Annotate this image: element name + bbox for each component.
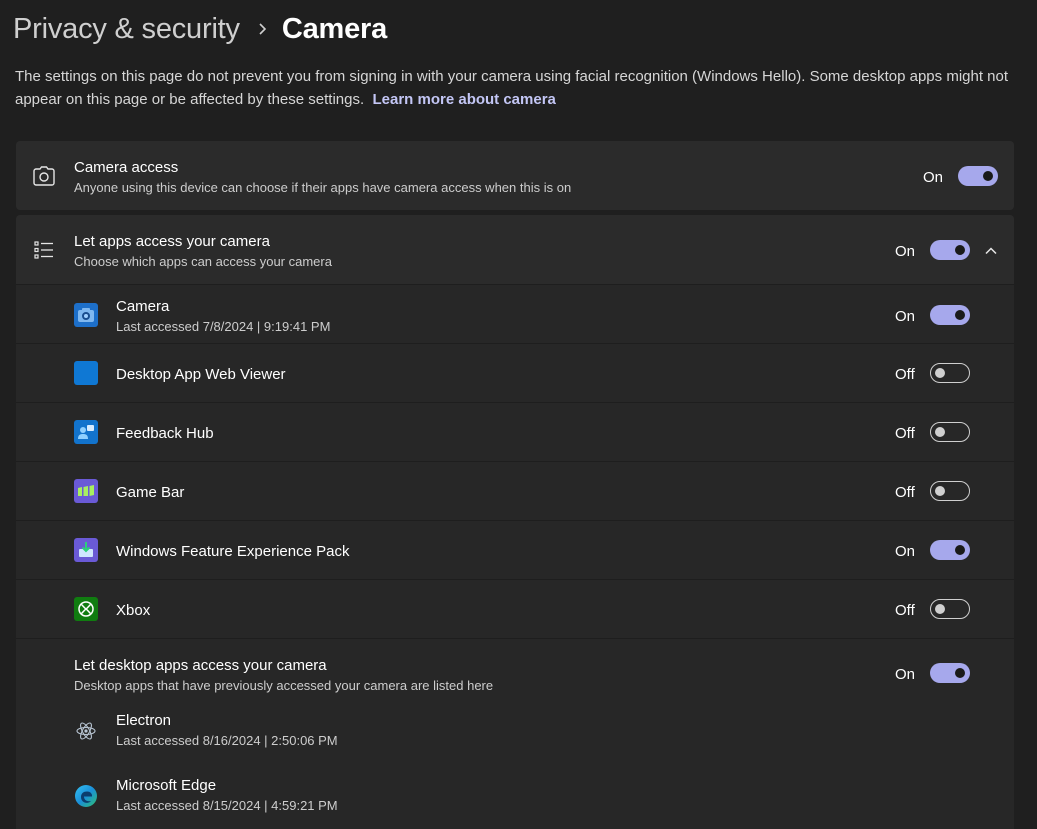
app-last-accessed: Last accessed 7/8/2024 | 9:19:41 PM xyxy=(116,319,331,334)
desktop-apps-subtitle: Desktop apps that have previously access… xyxy=(74,678,494,693)
app-toggle-game-bar[interactable] xyxy=(930,481,970,501)
desktop-app-name: Microsoft Edge xyxy=(116,777,217,794)
app-name: Desktop App Web Viewer xyxy=(116,366,286,383)
app-name: Game Bar xyxy=(116,484,185,501)
breadcrumb-parent[interactable]: Privacy & security xyxy=(13,13,240,46)
app-state: Off xyxy=(895,484,915,501)
page-title: Camera xyxy=(281,12,388,45)
feature-pack-icon xyxy=(74,538,98,562)
game-bar-icon xyxy=(74,479,98,503)
web-viewer-icon xyxy=(74,361,98,385)
apps-access-toggle[interactable] xyxy=(930,240,970,260)
app-state: Off xyxy=(895,425,915,442)
app-toggle-windows-feature-experience-pack[interactable] xyxy=(930,540,970,560)
camera-access-toggle[interactable] xyxy=(958,166,998,186)
page-description: The settings on this page do not prevent… xyxy=(15,66,1015,111)
app-state: Off xyxy=(895,602,915,619)
app-name: Camera xyxy=(116,298,170,315)
camera-access-title: Camera access xyxy=(74,159,179,176)
app-name: Feedback Hub xyxy=(116,425,214,442)
desktop-app-last-accessed: Last accessed 8/15/2024 | 4:59:21 PM xyxy=(116,798,338,813)
learn-more-link[interactable]: Learn more about camera xyxy=(372,91,555,108)
app-row-windows-feature-experience-pack: Windows Feature Experience Pack On xyxy=(16,521,1014,580)
camera-app-icon xyxy=(74,303,98,327)
apps-access-subtitle: Choose which apps can access your camera xyxy=(74,254,332,269)
desktop-apps-section: Let desktop apps access your camera Desk… xyxy=(16,639,1014,829)
apps-access-header[interactable]: Let apps access your camera Choose which… xyxy=(16,215,1014,285)
app-toggle-desktop-app-web-viewer[interactable] xyxy=(930,363,970,383)
app-toggle-camera[interactable] xyxy=(930,305,970,325)
apps-access-title: Let apps access your camera xyxy=(74,233,270,250)
breadcrumb: Privacy & security Camera xyxy=(13,11,387,47)
desktop-app-name: Electron xyxy=(116,712,172,729)
app-toggle-xbox[interactable] xyxy=(930,599,970,619)
chevron-up-icon[interactable] xyxy=(984,243,998,261)
desktop-apps-title: Let desktop apps access your camera xyxy=(74,657,327,674)
app-name: Windows Feature Experience Pack xyxy=(116,543,350,560)
electron-icon xyxy=(74,719,98,743)
list-icon xyxy=(34,240,54,260)
xbox-icon xyxy=(74,597,98,621)
app-name: Xbox xyxy=(116,602,151,619)
desktop-apps-toggle[interactable] xyxy=(930,663,970,683)
camera-access-state: On xyxy=(923,169,944,186)
camera-access-subtitle: Anyone using this device can choose if t… xyxy=(74,180,572,195)
app-row-camera: Camera Last accessed 7/8/2024 | 9:19:41 … xyxy=(16,285,1014,344)
app-state: On xyxy=(895,543,916,560)
settings-page: Privacy & security Camera The settings o… xyxy=(0,0,1037,829)
app-row-game-bar: Game Bar Off xyxy=(16,462,1014,521)
chevron-right-icon xyxy=(257,22,267,36)
app-state: Off xyxy=(895,366,915,383)
apps-access-card: Let apps access your camera Choose which… xyxy=(16,215,1014,829)
app-row-desktop-app-web-viewer: Desktop App Web Viewer Off xyxy=(16,344,1014,403)
desktop-app-last-accessed: Last accessed 8/16/2024 | 2:50:06 PM xyxy=(116,733,338,748)
apps-access-state: On xyxy=(895,243,916,260)
feedback-hub-icon xyxy=(74,420,98,444)
desktop-apps-state: On xyxy=(895,666,916,683)
camera-access-card[interactable]: Camera access Anyone using this device c… xyxy=(16,141,1014,210)
edge-icon xyxy=(74,784,98,808)
app-row-feedback-hub: Feedback Hub Off xyxy=(16,403,1014,462)
app-row-xbox: Xbox Off xyxy=(16,580,1014,639)
camera-icon xyxy=(32,165,56,187)
app-state: On xyxy=(895,308,916,325)
app-toggle-feedback-hub[interactable] xyxy=(930,422,970,442)
